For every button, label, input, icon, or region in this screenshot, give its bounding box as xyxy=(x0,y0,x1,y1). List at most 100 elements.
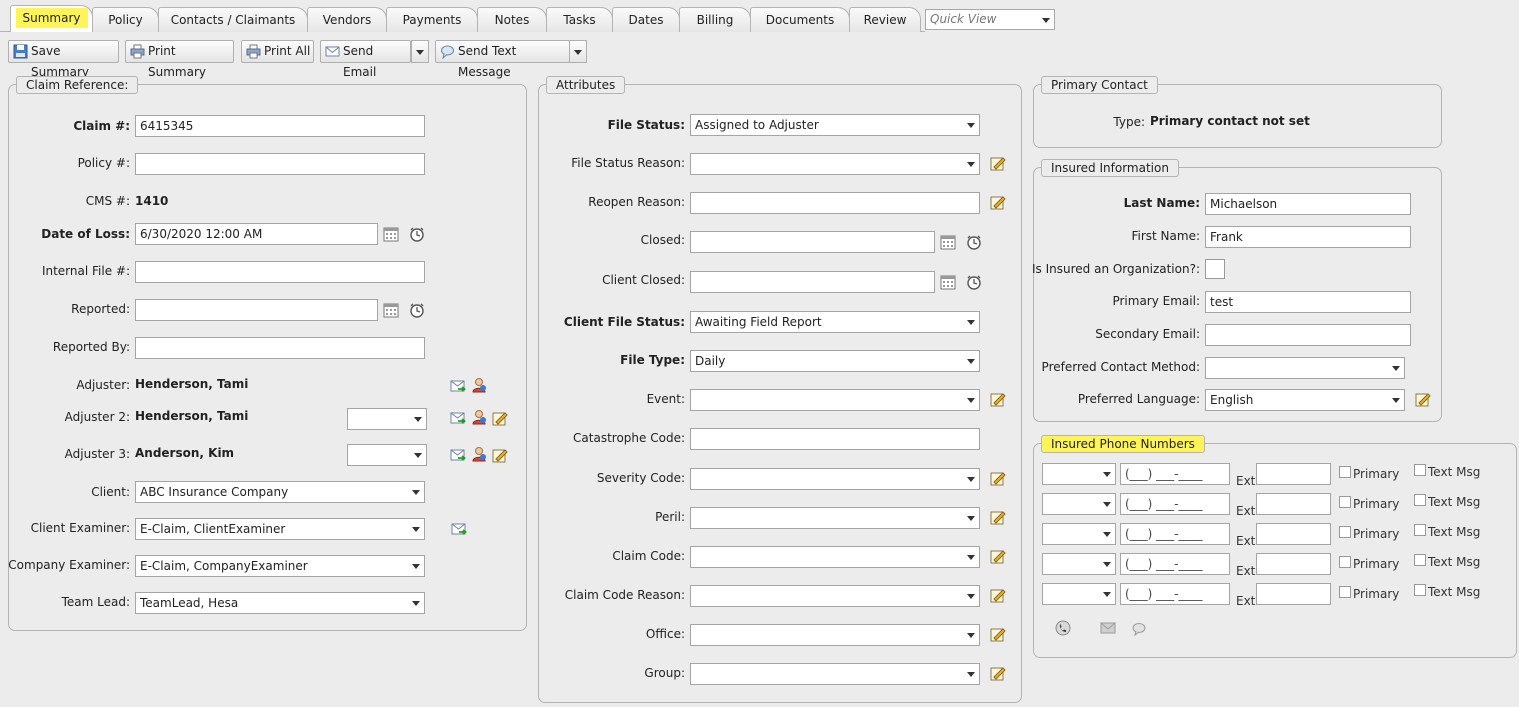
tab-notes[interactable]: Notes xyxy=(477,7,547,32)
edit-note-icon[interactable] xyxy=(990,626,1006,642)
tab-summary[interactable]: Summary xyxy=(10,5,93,32)
primary-checkbox[interactable] xyxy=(1339,586,1351,598)
clock-icon[interactable] xyxy=(409,226,425,242)
text-msg-checkbox[interactable] xyxy=(1414,554,1426,566)
last-name-field[interactable]: Michaelson xyxy=(1205,193,1411,215)
envelope-icon[interactable] xyxy=(1100,620,1116,636)
primary-checkbox[interactable] xyxy=(1339,496,1351,508)
calendar-icon[interactable] xyxy=(383,302,399,318)
edit-note-icon[interactable] xyxy=(990,509,1006,525)
email-forward-icon[interactable] xyxy=(450,410,466,426)
quick-view-select[interactable]: Quick View xyxy=(925,9,1055,30)
tab-review[interactable]: Review xyxy=(849,7,921,32)
primary-email-field[interactable]: test xyxy=(1205,291,1411,313)
group-select[interactable] xyxy=(690,663,980,685)
text-msg-checkbox[interactable] xyxy=(1414,494,1426,506)
preferred-language-select[interactable]: English xyxy=(1205,389,1405,411)
client-closed-date-field[interactable] xyxy=(690,271,935,293)
edit-note-icon[interactable] xyxy=(990,587,1006,603)
primary-checkbox[interactable] xyxy=(1339,526,1351,538)
save-summary-button[interactable]: Save Summary xyxy=(8,40,119,79)
client-examiner-select[interactable]: E-Claim, ClientExaminer xyxy=(135,518,425,540)
secondary-email-field[interactable] xyxy=(1205,324,1411,346)
edit-note-icon[interactable] xyxy=(990,155,1006,171)
edit-note-icon[interactable] xyxy=(990,194,1006,210)
phone-type-select[interactable] xyxy=(1042,553,1116,575)
file-status-reason-select[interactable] xyxy=(690,153,980,175)
primary-checkbox[interactable] xyxy=(1339,556,1351,568)
phone-number-field[interactable]: (___) ___-____ xyxy=(1120,493,1230,515)
ext-field[interactable] xyxy=(1256,583,1331,605)
closed-date-field[interactable] xyxy=(690,231,935,253)
edit-note-icon[interactable] xyxy=(492,447,508,463)
user-icon[interactable] xyxy=(471,409,487,425)
ext-field[interactable] xyxy=(1256,463,1331,485)
text-msg-checkbox[interactable] xyxy=(1414,524,1426,536)
claim-number-field[interactable]: 6415345 xyxy=(135,115,425,137)
edit-note-icon[interactable] xyxy=(990,470,1006,486)
adjuster3-role-select[interactable] xyxy=(347,444,427,466)
team-lead-select[interactable]: TeamLead, Hesa xyxy=(135,592,425,614)
phone-call-icon[interactable] xyxy=(1055,620,1071,636)
phone-number-field[interactable]: (___) ___-____ xyxy=(1120,463,1230,485)
phone-type-select[interactable] xyxy=(1042,523,1116,545)
send-text-dropdown[interactable] xyxy=(569,40,587,63)
email-forward-icon[interactable] xyxy=(450,378,466,394)
calendar-icon[interactable] xyxy=(940,234,956,250)
send-text-message-button[interactable]: Send Text Message xyxy=(435,40,570,79)
ext-field[interactable] xyxy=(1256,553,1331,575)
company-examiner-select[interactable]: E-Claim, CompanyExaminer xyxy=(135,555,425,577)
client-select[interactable]: ABC Insurance Company xyxy=(135,481,425,503)
ext-field[interactable] xyxy=(1256,523,1331,545)
claim-code-reason-select[interactable] xyxy=(690,585,980,607)
file-type-select[interactable]: Daily xyxy=(690,350,980,372)
phone-type-select[interactable] xyxy=(1042,493,1116,515)
text-msg-checkbox[interactable] xyxy=(1414,464,1426,476)
ext-field[interactable] xyxy=(1256,493,1331,515)
email-forward-icon[interactable] xyxy=(450,447,466,463)
edit-note-icon[interactable] xyxy=(990,391,1006,407)
reopen-reason-field[interactable] xyxy=(690,192,980,214)
calendar-icon[interactable] xyxy=(940,274,956,290)
tab-documents[interactable]: Documents xyxy=(750,7,850,32)
first-name-field[interactable]: Frank xyxy=(1205,226,1411,248)
tab-dates[interactable]: Dates xyxy=(612,7,680,32)
send-email-dropdown[interactable] xyxy=(411,40,429,63)
peril-select[interactable] xyxy=(690,507,980,529)
catastrophe-code-field[interactable] xyxy=(690,428,980,450)
phone-number-field[interactable]: (___) ___-____ xyxy=(1120,523,1230,545)
tab-payments[interactable]: Payments xyxy=(386,7,478,32)
print-all-button[interactable]: Print All xyxy=(241,40,314,63)
tab-policy[interactable]: Policy xyxy=(92,7,159,32)
edit-note-icon[interactable] xyxy=(1415,391,1431,407)
phone-number-field[interactable]: (___) ___-____ xyxy=(1120,553,1230,575)
email-forward-icon[interactable] xyxy=(451,521,467,537)
client-file-status-select[interactable]: Awaiting Field Report xyxy=(690,311,980,333)
claim-code-select[interactable] xyxy=(690,546,980,568)
file-status-select[interactable]: Assigned to Adjuster xyxy=(690,114,980,136)
edit-note-icon[interactable] xyxy=(990,665,1006,681)
clock-icon[interactable] xyxy=(966,274,982,290)
text-msg-checkbox[interactable] xyxy=(1414,584,1426,596)
clock-icon[interactable] xyxy=(966,234,982,250)
internal-file-field[interactable] xyxy=(135,261,425,283)
clock-icon[interactable] xyxy=(409,302,425,318)
phone-type-select[interactable] xyxy=(1042,463,1116,485)
tab-tasks[interactable]: Tasks xyxy=(546,7,613,32)
office-select[interactable] xyxy=(690,624,980,646)
edit-note-icon[interactable] xyxy=(990,548,1006,564)
tab-contacts-claimants[interactable]: Contacts / Claimants xyxy=(158,7,308,32)
policy-number-field[interactable] xyxy=(135,153,425,175)
phone-type-select[interactable] xyxy=(1042,583,1116,605)
reported-date-field[interactable] xyxy=(135,299,378,321)
primary-checkbox[interactable] xyxy=(1339,466,1351,478)
user-icon[interactable] xyxy=(471,377,487,393)
chat-bubble-icon[interactable] xyxy=(1131,621,1147,637)
adjuster2-role-select[interactable] xyxy=(347,408,427,430)
event-select[interactable] xyxy=(690,389,980,411)
tab-vendors[interactable]: Vendors xyxy=(307,7,387,32)
date-of-loss-field[interactable]: 6/30/2020 12:00 AM xyxy=(135,223,378,245)
is-organization-checkbox[interactable] xyxy=(1205,259,1225,279)
print-summary-button[interactable]: Print Summary xyxy=(125,40,234,79)
tab-billing[interactable]: Billing xyxy=(679,7,751,32)
